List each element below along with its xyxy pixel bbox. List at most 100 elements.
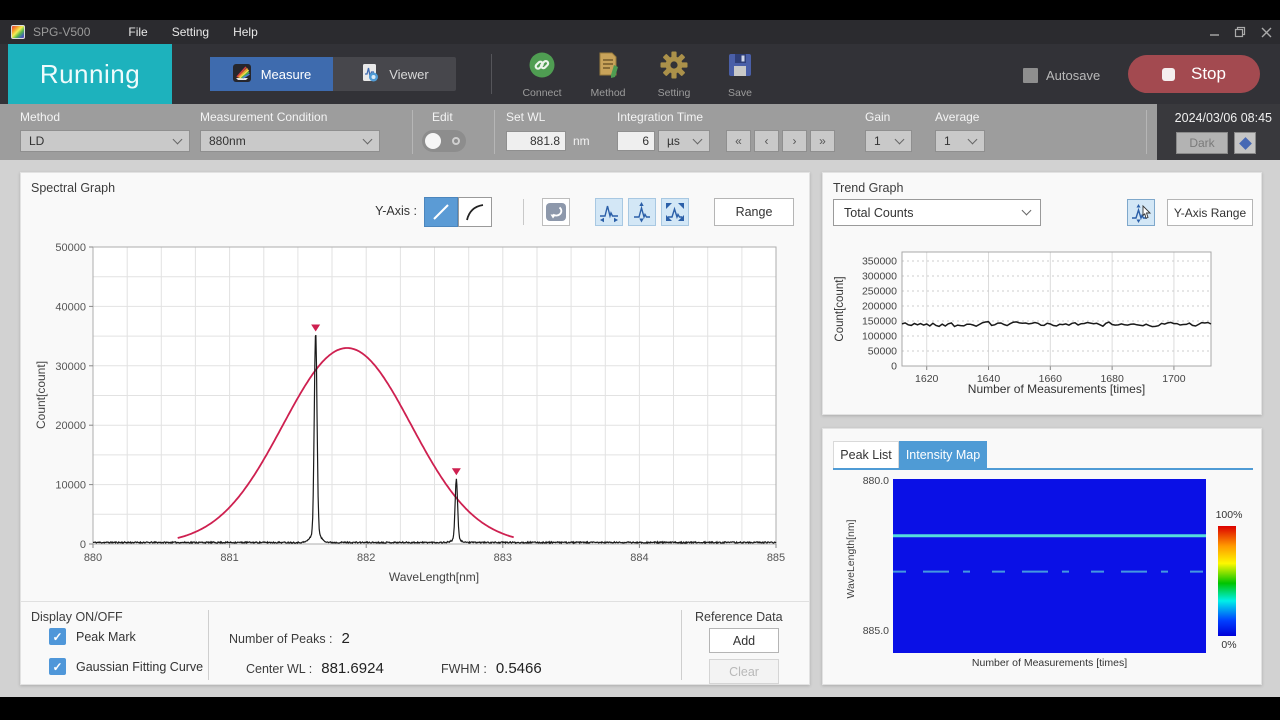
chevron-down-icon [895, 134, 905, 144]
method-select-value: LD [29, 134, 44, 148]
menu-file[interactable]: File [118, 23, 157, 41]
condition-select[interactable]: 880nm [200, 130, 380, 152]
restore-icon[interactable] [1234, 26, 1246, 38]
title-bar: SPG-V500 File Setting Help [0, 20, 1280, 44]
gaussian-checkbox[interactable]: ✓ [49, 658, 66, 675]
step-forward-button[interactable]: › [782, 130, 807, 152]
y-axis-range-button[interactable]: Y-Axis Range [1167, 199, 1253, 226]
integration-unit-select[interactable]: µs [658, 130, 710, 152]
y-axis-log-button[interactable] [458, 197, 492, 227]
clear-button[interactable]: Clear [709, 659, 779, 684]
menu-bar: File Setting Help [118, 23, 267, 41]
fwhm-row: FWHM : 0.5466 [441, 660, 542, 677]
svg-text:150000: 150000 [862, 316, 897, 328]
tab-intensity-map[interactable]: Intensity Map [899, 441, 987, 468]
step-forward-all-button[interactable]: » [810, 130, 835, 152]
tab-measure[interactable]: Measure [210, 57, 333, 91]
minimize-icon[interactable] [1208, 26, 1220, 38]
average-value: 1 [944, 134, 951, 148]
reference-data-label: Reference Data [695, 610, 783, 624]
center-wl-label: Center WL : [246, 662, 312, 676]
svg-text:880: 880 [84, 552, 102, 564]
measure-tab-label: Measure [261, 67, 312, 82]
tab-underline [833, 468, 1253, 470]
set-wl-input[interactable]: 881.8 [506, 131, 566, 151]
peak-mark-row: ✓ Peak Mark [49, 628, 136, 645]
heatmap-y-bottom-tick: 885.0 [849, 625, 889, 637]
dark-button[interactable]: Dark [1176, 132, 1228, 154]
gain-value: 1 [874, 134, 881, 148]
stop-label: Stop [1191, 64, 1226, 84]
trend-graph-panel: Trend Graph Total Counts Y-Axis Range 16… [822, 172, 1262, 415]
integration-input[interactable]: 6 [617, 131, 655, 151]
svg-text:882: 882 [357, 552, 375, 564]
peak-mark-checkbox[interactable]: ✓ [49, 628, 66, 645]
chevron-down-icon [693, 134, 703, 144]
screen: SPG-V500 File Setting Help Running [0, 0, 1280, 720]
set-wl-unit: nm [573, 134, 590, 148]
spectral-graph-panel: Spectral Graph Y-Axis : [20, 172, 810, 685]
add-button[interactable]: Add [709, 628, 779, 653]
svg-text:Count[count]: Count[count] [834, 276, 846, 341]
window-title: SPG-V500 [33, 25, 90, 39]
peak-fit-vertical-icon [631, 201, 653, 223]
fit-vertical-button[interactable] [628, 198, 656, 226]
toolbar: Running Measure View [0, 44, 1280, 104]
fwhm-label: FWHM : [441, 662, 487, 676]
menu-setting[interactable]: Setting [162, 23, 219, 41]
method-button[interactable]: Method [579, 51, 637, 99]
stop-icon [1162, 68, 1175, 81]
peak-fit-expand-icon [664, 201, 686, 223]
fit-both-button[interactable] [661, 198, 689, 226]
colorbar [1218, 526, 1236, 636]
edit-toggle[interactable] [422, 130, 466, 152]
method-select[interactable]: LD [20, 130, 190, 152]
toolbar-divider [491, 54, 492, 94]
step-back-all-button[interactable]: « [726, 130, 751, 152]
autosave-checkbox[interactable] [1023, 68, 1038, 83]
svg-text:WaveLength[nm]: WaveLength[nm] [389, 570, 479, 584]
method-icon [594, 51, 622, 84]
trend-source-select[interactable]: Total Counts [833, 199, 1041, 226]
svg-text:885: 885 [767, 552, 785, 564]
colorbar-max-label: 100% [1209, 509, 1249, 521]
save-button[interactable]: Save [711, 51, 769, 99]
step-back-button[interactable]: ‹ [754, 130, 779, 152]
chevron-down-icon [173, 134, 183, 144]
svg-text:0: 0 [891, 361, 897, 373]
spectral-bottom-bar: Display ON/OFF ✓ Peak Mark ✓ Gaussian Fi… [21, 601, 809, 685]
undo-icon [545, 202, 567, 222]
close-icon[interactable] [1260, 26, 1272, 38]
tab-peak-list[interactable]: Peak List [833, 441, 899, 468]
menu-help[interactable]: Help [223, 23, 268, 41]
save-icon [726, 51, 754, 84]
setting-button[interactable]: Setting [645, 51, 703, 99]
dark-status-button[interactable] [1234, 132, 1256, 154]
reset-zoom-button[interactable] [542, 198, 570, 226]
heatmap-y-top-tick: 880.0 [849, 475, 889, 487]
datetime-display: 2024/03/06 08:45 [1175, 111, 1272, 125]
method-label: Method [590, 87, 625, 99]
svg-text:10000: 10000 [55, 480, 86, 492]
svg-text:50000: 50000 [868, 346, 897, 358]
connect-button[interactable]: Connect [513, 51, 571, 99]
tab-viewer[interactable]: Viewer [333, 57, 456, 91]
svg-text:1700: 1700 [1162, 373, 1186, 385]
y-axis-linear-button[interactable] [424, 197, 458, 227]
average-select[interactable]: 1 [935, 130, 985, 152]
trend-source-value: Total Counts [844, 206, 913, 220]
center-wl-value: 881.6924 [321, 660, 384, 677]
colorbar-min-label: 0% [1209, 639, 1249, 651]
gain-select[interactable]: 1 [865, 130, 912, 152]
edit-label: Edit [432, 110, 453, 124]
fit-horizontal-button[interactable] [595, 198, 623, 226]
svg-text:20000: 20000 [55, 420, 86, 432]
window-controls [1208, 20, 1272, 44]
connect-label: Connect [522, 87, 561, 99]
intensity-heatmap [893, 479, 1206, 653]
svg-text:250000: 250000 [862, 286, 897, 298]
trend-fit-button[interactable] [1127, 199, 1155, 226]
range-button[interactable]: Range [714, 198, 794, 226]
stop-button[interactable]: Stop [1128, 55, 1260, 93]
peak-mark-label: Peak Mark [76, 630, 136, 644]
